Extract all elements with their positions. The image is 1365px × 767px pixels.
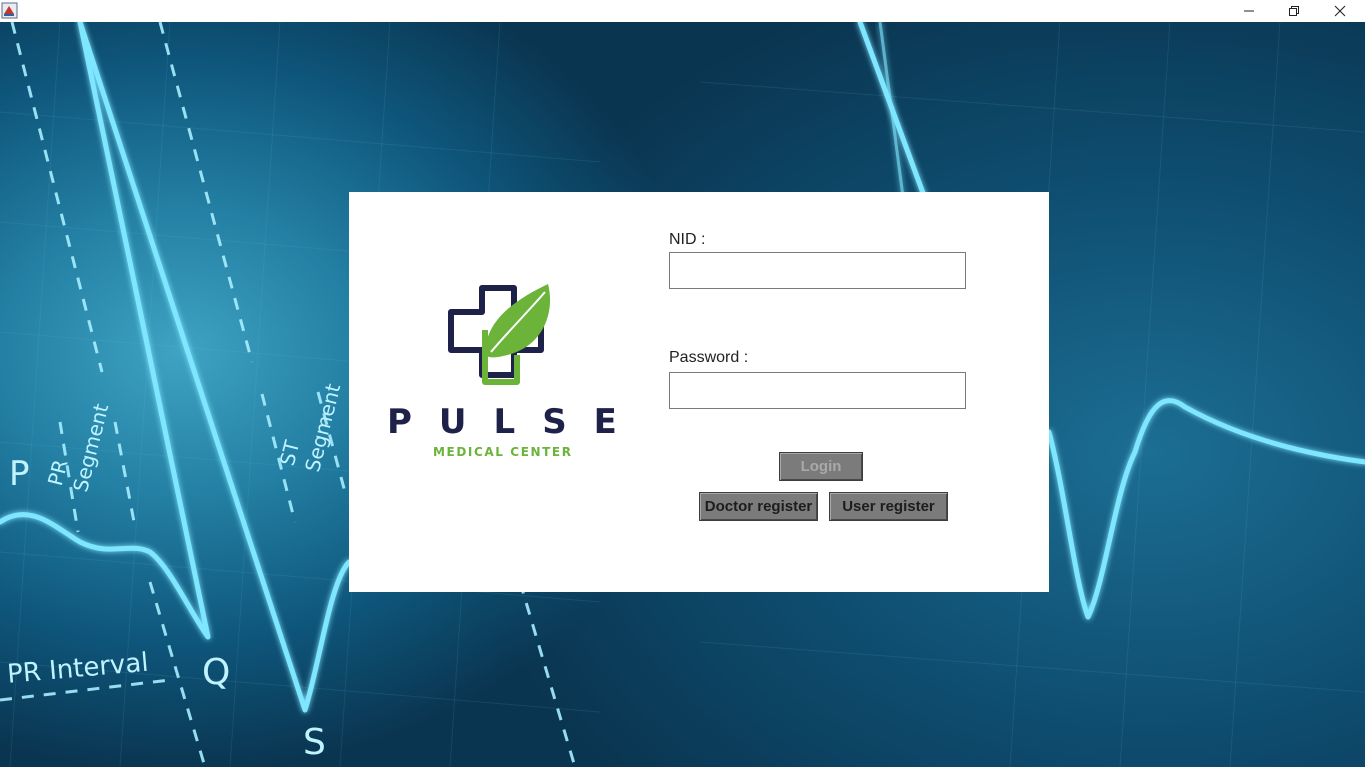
ecg-label-s: S xyxy=(303,722,326,763)
window-title-bar xyxy=(0,0,1365,22)
nid-label: NID : xyxy=(669,231,706,248)
brand-name: PULSE xyxy=(387,402,644,442)
ecg-label-q: Q xyxy=(202,652,231,693)
close-icon xyxy=(1334,5,1346,17)
nid-input[interactable] xyxy=(669,252,966,289)
login-panel: PULSE MEDICAL CENTER NID : Password : Lo… xyxy=(349,192,1049,592)
minimize-button[interactable] xyxy=(1226,0,1272,22)
user-register-button[interactable]: User register xyxy=(829,492,948,521)
brand-subtitle: MEDICAL CENTER xyxy=(433,445,573,459)
password-input[interactable] xyxy=(669,372,966,409)
login-button[interactable]: Login xyxy=(779,452,863,481)
medical-cross-leaf-icon xyxy=(448,284,551,385)
restore-button[interactable] xyxy=(1271,0,1317,22)
password-label: Password : xyxy=(669,349,749,366)
java-app-icon xyxy=(1,2,18,19)
restore-icon xyxy=(1289,6,1299,16)
doctor-register-button[interactable]: Doctor register xyxy=(699,492,818,521)
ecg-label-p: P xyxy=(9,454,30,494)
minimize-icon xyxy=(1244,10,1254,12)
close-button[interactable] xyxy=(1317,0,1363,22)
